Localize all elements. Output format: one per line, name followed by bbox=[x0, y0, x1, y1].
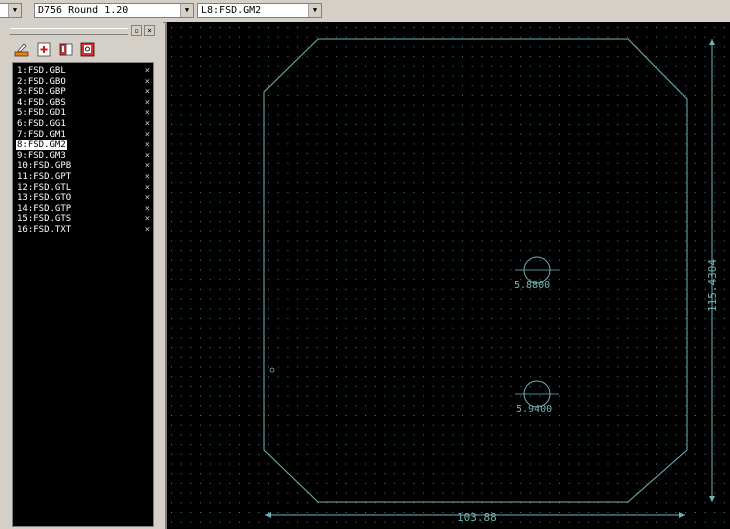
layer-item-label: 4:FSD.GBS bbox=[17, 97, 66, 108]
remove-layer-icon[interactable]: × bbox=[145, 140, 150, 150]
layer-item-label: 10:FSD.GPB bbox=[17, 161, 72, 172]
board-outline bbox=[263, 38, 688, 503]
remove-layer-icon[interactable]: × bbox=[145, 87, 150, 97]
add-layer-icon[interactable] bbox=[37, 42, 52, 57]
width-dimension-label: 103.88 bbox=[457, 511, 497, 524]
remove-layer-icon[interactable]: × bbox=[145, 214, 150, 224]
layer-item-label: 9:FSD.GM3 bbox=[17, 150, 66, 161]
remove-layer-icon[interactable]: × bbox=[145, 161, 150, 171]
layer-item[interactable]: 7:FSD.GM1 × bbox=[16, 130, 152, 140]
remove-layer-icon[interactable]: × bbox=[145, 130, 150, 140]
layer-item-label: 15:FSD.GTS bbox=[17, 214, 72, 225]
layer-item[interactable]: 9:FSD.GM3 × bbox=[16, 151, 152, 161]
remove-layer-icon[interactable]: × bbox=[145, 108, 150, 118]
panel-header: ▫ × bbox=[10, 24, 156, 38]
layers-book-icon[interactable] bbox=[59, 42, 74, 57]
layer-item[interactable]: 2:FSD.GBO × bbox=[16, 77, 152, 87]
remove-layer-icon[interactable]: × bbox=[145, 193, 150, 203]
remove-layer-icon[interactable]: × bbox=[145, 119, 150, 129]
layers-panel: ▫ × 1:FSD.GBL × 2:FSD.GBO × 3:FSD.GBP × 4:FSD.… bbox=[0, 22, 160, 529]
layer-item-label: 8:FSD.GM2 bbox=[16, 140, 67, 151]
layer-combo-value: L8:FSD.GM2 bbox=[201, 5, 262, 16]
hole1-dim-label: 5.8800 bbox=[514, 280, 550, 291]
layer-item-label: 12:FSD.GTL bbox=[17, 182, 72, 193]
remove-layer-icon[interactable]: × bbox=[145, 183, 150, 193]
layer-item-label: 16:FSD.TXT bbox=[17, 225, 72, 235]
remove-layer-icon[interactable]: × bbox=[145, 151, 150, 161]
layer-item-label: 5:FSD.GD1 bbox=[17, 108, 66, 119]
layer-item[interactable]: 3:FSD.GBP × bbox=[16, 87, 152, 97]
toolbar: ▼ D756 Round 1.20 ▼ L8:FSD.GM2 ▼ bbox=[0, 0, 730, 23]
layer-item-label: 13:FSD.GTO bbox=[17, 193, 72, 204]
remove-layer-icon[interactable]: × bbox=[145, 172, 150, 182]
layer-item[interactable]: 1:FSD.GBL × bbox=[16, 66, 152, 76]
panel-splitter[interactable] bbox=[158, 22, 163, 529]
layer-item-label: 14:FSD.GTP bbox=[17, 203, 72, 214]
tool-combo-value: D756 Round 1.20 bbox=[38, 5, 129, 16]
layer-item-label: 11:FSD.GPT bbox=[17, 172, 72, 182]
close-button[interactable]: × bbox=[144, 25, 155, 36]
layer-item-label: 1:FSD.GBL bbox=[17, 66, 66, 76]
chevron-down-icon[interactable]: ▼ bbox=[8, 4, 21, 17]
pcb-canvas[interactable]: 5.8800 5.9400 103.88 115.4304 bbox=[165, 22, 730, 529]
layer-combo[interactable]: L8:FSD.GM2 ▼ bbox=[197, 3, 322, 18]
remove-layer-icon[interactable]: × bbox=[145, 98, 150, 108]
layer-item[interactable]: 11:FSD.GPT × bbox=[16, 172, 152, 182]
layer-properties-icon[interactable] bbox=[80, 42, 95, 57]
layer-item[interactable]: 13:FSD.GTO × bbox=[16, 193, 152, 203]
layer-item[interactable]: 5:FSD.GD1 × bbox=[16, 108, 152, 118]
remove-layer-icon[interactable]: × bbox=[145, 204, 150, 214]
layer-list[interactable]: 1:FSD.GBL × 2:FSD.GBO × 3:FSD.GBP × 4:FSD.GBS ×… bbox=[12, 62, 154, 527]
layer-item[interactable]: 15:FSD.GTS × bbox=[16, 214, 152, 224]
layer-item-label: 6:FSD.GG1 bbox=[17, 119, 66, 129]
layer-item-label: 7:FSD.GM1 bbox=[17, 129, 66, 140]
chevron-down-icon[interactable]: ▼ bbox=[180, 4, 193, 17]
layer-item-label: 3:FSD.GBP bbox=[17, 87, 66, 98]
remove-layer-icon[interactable]: × bbox=[145, 66, 150, 76]
tool-combo[interactable]: D756 Round 1.20 ▼ bbox=[34, 3, 194, 18]
layer-item[interactable]: 16:FSD.TXT × bbox=[16, 225, 152, 235]
remove-layer-icon[interactable]: × bbox=[145, 77, 150, 87]
layer-item[interactable]: 10:FSD.GPB × bbox=[16, 161, 152, 171]
chevron-down-icon[interactable]: ▼ bbox=[308, 4, 321, 17]
remove-layer-icon[interactable]: × bbox=[145, 225, 150, 235]
layer-item[interactable]: 8:FSD.GM2 × bbox=[16, 140, 152, 151]
panel-grip[interactable] bbox=[10, 28, 128, 35]
grid-dots bbox=[171, 27, 725, 523]
layer-item[interactable]: 4:FSD.GBS × bbox=[16, 98, 152, 108]
layer-item[interactable]: 14:FSD.GTP × bbox=[16, 204, 152, 214]
hole2-dim-label: 5.9400 bbox=[516, 404, 552, 415]
left-combo[interactable]: ▼ bbox=[0, 3, 22, 18]
layer-item[interactable]: 6:FSD.GG1 × bbox=[16, 119, 152, 129]
layer-item-label: 2:FSD.GBO bbox=[17, 76, 66, 87]
pencil-icon[interactable] bbox=[14, 42, 29, 57]
layer-item[interactable]: 12:FSD.GTL × bbox=[16, 183, 152, 193]
height-dimension-label: 115.4304 bbox=[706, 259, 719, 312]
origin-marker bbox=[269, 367, 275, 373]
pin-button[interactable]: ▫ bbox=[131, 25, 142, 36]
